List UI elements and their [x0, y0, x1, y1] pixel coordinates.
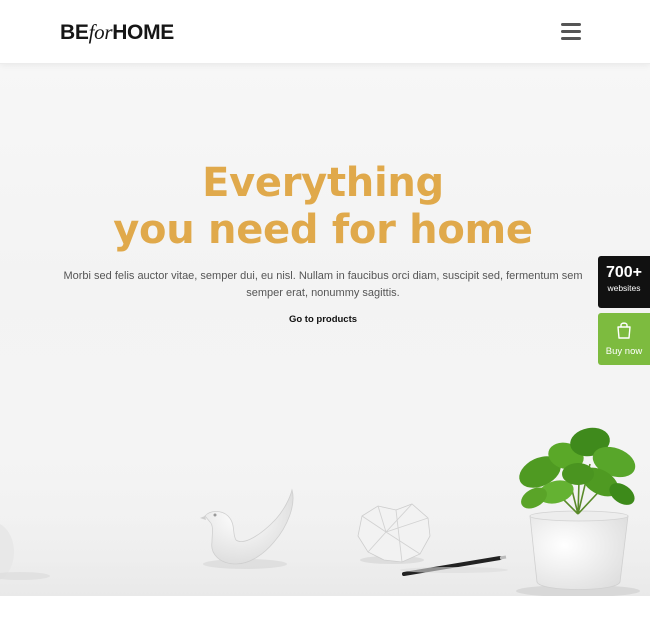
section-divider: [0, 596, 650, 640]
hero-description: Morbi sed felis auctor vitae, semper dui…: [63, 270, 583, 299]
websites-badge[interactable]: 700+ websites: [598, 256, 650, 308]
hero-title-line2: you need for home: [113, 207, 533, 253]
logo-home: HOME: [112, 21, 174, 44]
shopping-bag-icon: [598, 320, 650, 345]
buy-now-button[interactable]: Buy now: [598, 313, 650, 365]
hero-section: Everything you need for home Morbi sed f…: [0, 64, 650, 596]
logo-be: BE: [60, 21, 89, 44]
buy-now-label: Buy now: [605, 346, 643, 357]
hero-title: Everything you need for home: [0, 160, 646, 254]
go-to-products-link[interactable]: Go to products: [0, 314, 646, 325]
websites-count: 700+: [605, 264, 643, 281]
site-header: BEforHOME: [0, 0, 650, 64]
hero-decor-image: [0, 427, 650, 596]
logo-for: for: [88, 20, 113, 44]
logo[interactable]: BEforHOME: [60, 20, 174, 45]
hamburger-menu-icon[interactable]: [561, 23, 581, 41]
websites-label: websites: [607, 283, 641, 293]
hero-title-line1: Everything: [202, 160, 444, 206]
